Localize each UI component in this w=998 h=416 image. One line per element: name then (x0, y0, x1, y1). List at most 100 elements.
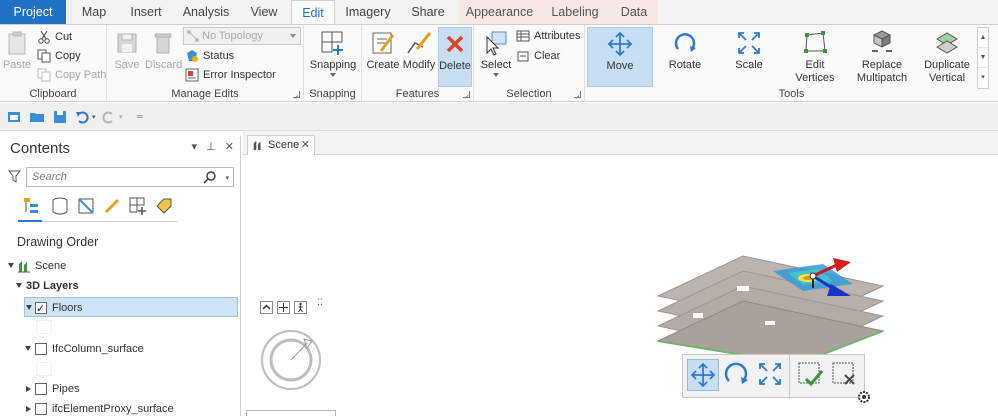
undo-dropdown-icon[interactable]: ▾ (92, 113, 96, 121)
tree-item-floors[interactable]: Floors (24, 297, 238, 319)
duplicate-vertical-icon (936, 32, 958, 54)
cut-button[interactable]: Cut (35, 28, 72, 46)
tools-gallery-scroller[interactable]: ▲ ▼ ▾ (977, 27, 989, 89)
scroll-down-icon[interactable]: ▼ (978, 48, 988, 68)
rotate-button[interactable]: Rotate (655, 27, 715, 87)
tree-item-scene[interactable]: Scene (0, 256, 240, 276)
tab-view[interactable]: View (240, 0, 288, 24)
search-options-icon[interactable]: ▾ (225, 170, 229, 188)
paste-button[interactable]: Paste (2, 27, 32, 87)
create-button[interactable]: Create (366, 27, 400, 87)
list-by-selection-icon[interactable] (76, 196, 96, 216)
tab-data[interactable]: Data (610, 0, 658, 24)
duplicate-vertical-button[interactable]: Duplicate Vertical (917, 27, 977, 87)
tab-imagery[interactable]: Imagery (339, 0, 397, 24)
save-button[interactable]: Save (111, 27, 143, 87)
list-by-snapping-icon[interactable] (128, 196, 148, 216)
pan-mode-button[interactable] (277, 301, 290, 314)
visibility-checkbox[interactable] (35, 299, 47, 319)
search-input[interactable]: Search ▾ (26, 167, 234, 187)
tab-scene-view[interactable]: Scene ✕ (247, 135, 315, 155)
navigator-options-icon[interactable]: ⁚⁚ (317, 297, 323, 308)
first-person-mode-button[interactable] (294, 301, 307, 314)
copy-button[interactable]: Copy (35, 47, 81, 65)
expand-icon[interactable] (26, 406, 31, 412)
manage-edits-launcher-icon[interactable] (293, 91, 300, 98)
expand-icon[interactable] (26, 386, 31, 392)
features-launcher-icon[interactable] (463, 91, 470, 98)
navigator-compass[interactable] (260, 329, 322, 391)
collapse-icon[interactable] (8, 263, 14, 268)
delete-button[interactable]: Delete (438, 27, 472, 87)
collapse-icon[interactable] (25, 346, 31, 351)
error-inspector-button[interactable]: Error Inspector (183, 66, 276, 84)
mini-move-button[interactable] (687, 359, 719, 391)
scale-button[interactable]: Scale (719, 27, 779, 87)
tab-insert[interactable]: Insert (120, 0, 172, 24)
modify-button[interactable]: Modify (402, 27, 436, 87)
list-by-labeling-icon[interactable] (154, 196, 174, 216)
drawing-order-heading: Drawing Order (17, 235, 99, 249)
customize-qat-icon[interactable]: ═ (137, 112, 143, 121)
redo-icon[interactable] (101, 109, 117, 125)
move-button[interactable]: Move (587, 27, 653, 87)
filter-icon[interactable] (8, 170, 21, 183)
gallery-expand-icon[interactable]: ▾ (978, 68, 988, 88)
pin-icon[interactable]: ⊥ (206, 141, 216, 153)
copy-path-button[interactable]: Copy Path (35, 66, 106, 84)
scale-control[interactable] (246, 410, 336, 416)
visibility-checkbox[interactable] (35, 383, 47, 395)
save-project-icon[interactable] (52, 109, 68, 125)
scroll-up-icon[interactable]: ▲ (978, 28, 988, 48)
tree-item-ifcelementproxy-surface[interactable]: ifcElementProxy_surface (0, 399, 240, 416)
selection-launcher-icon[interactable] (574, 91, 581, 98)
redo-dropdown-icon[interactable]: ▾ (119, 113, 123, 121)
contents-pane: Contents ▾ ⊥ ✕ Search ▾ Drawing Order Sc (0, 136, 241, 416)
list-by-data-source-icon[interactable] (50, 196, 70, 216)
tab-map[interactable]: Map (70, 0, 118, 24)
visibility-checkbox[interactable] (35, 343, 47, 355)
status-button[interactable]: Status (183, 47, 234, 65)
chevron-down-icon (330, 73, 336, 77)
list-by-drawing-order-icon[interactable] (22, 196, 42, 216)
mini-rotate-button[interactable] (721, 359, 753, 391)
scene-view[interactable]: Scene ✕ ⁚⁚ (243, 131, 998, 416)
collapse-icon[interactable] (16, 283, 22, 288)
pane-options-icon[interactable]: ▾ (192, 141, 198, 153)
visibility-checkbox[interactable] (35, 403, 47, 415)
topology-dropdown[interactable]: No Topology (183, 27, 301, 45)
search-icon[interactable] (203, 170, 217, 184)
select-button[interactable]: Select (478, 27, 514, 87)
discard-button[interactable]: Discard (145, 27, 182, 87)
snapping-button[interactable]: Snapping (309, 27, 357, 87)
floors-symbol-swatch[interactable] (36, 320, 52, 334)
mini-cancel-button[interactable] (829, 359, 861, 391)
list-by-editing-icon[interactable] (102, 196, 122, 216)
close-icon[interactable]: ✕ (301, 136, 310, 154)
ifccolumn-symbol-swatch[interactable] (36, 362, 52, 376)
open-folder-icon[interactable] (29, 109, 45, 125)
clear-selection-button[interactable]: Clear (514, 47, 560, 65)
close-icon[interactable]: ✕ (225, 141, 234, 153)
gear-icon[interactable] (857, 390, 871, 404)
tab-labeling[interactable]: Labeling (540, 0, 610, 24)
tree-item-3d-layers[interactable]: 3D Layers (0, 276, 240, 296)
undo-icon[interactable] (74, 109, 90, 125)
floors-3d-model[interactable] (653, 246, 913, 366)
ribbon-tab-bar: Project Map Insert Analysis View Edit Im… (0, 0, 998, 25)
tab-project[interactable]: Project (0, 0, 67, 24)
tab-analysis[interactable]: Analysis (176, 0, 236, 24)
mini-scale-button[interactable] (755, 359, 787, 391)
tab-share[interactable]: Share (400, 0, 456, 24)
collapse-icon[interactable] (26, 305, 32, 310)
navigator-collapse-button[interactable] (260, 301, 273, 314)
tree-item-ifccolumn-surface[interactable]: IfcColumn_surface (0, 339, 240, 359)
new-project-icon[interactable] (6, 109, 22, 125)
attributes-button[interactable]: Attributes (514, 27, 580, 45)
mini-finish-button[interactable] (795, 359, 827, 391)
tree-item-pipes[interactable]: Pipes (0, 379, 240, 399)
tab-appearance[interactable]: Appearance (459, 0, 540, 24)
tab-edit[interactable]: Edit (291, 0, 335, 25)
edit-vertices-button[interactable]: Edit Vertices (783, 27, 847, 87)
replace-multipatch-button[interactable]: Replace Multipatch (849, 27, 915, 87)
